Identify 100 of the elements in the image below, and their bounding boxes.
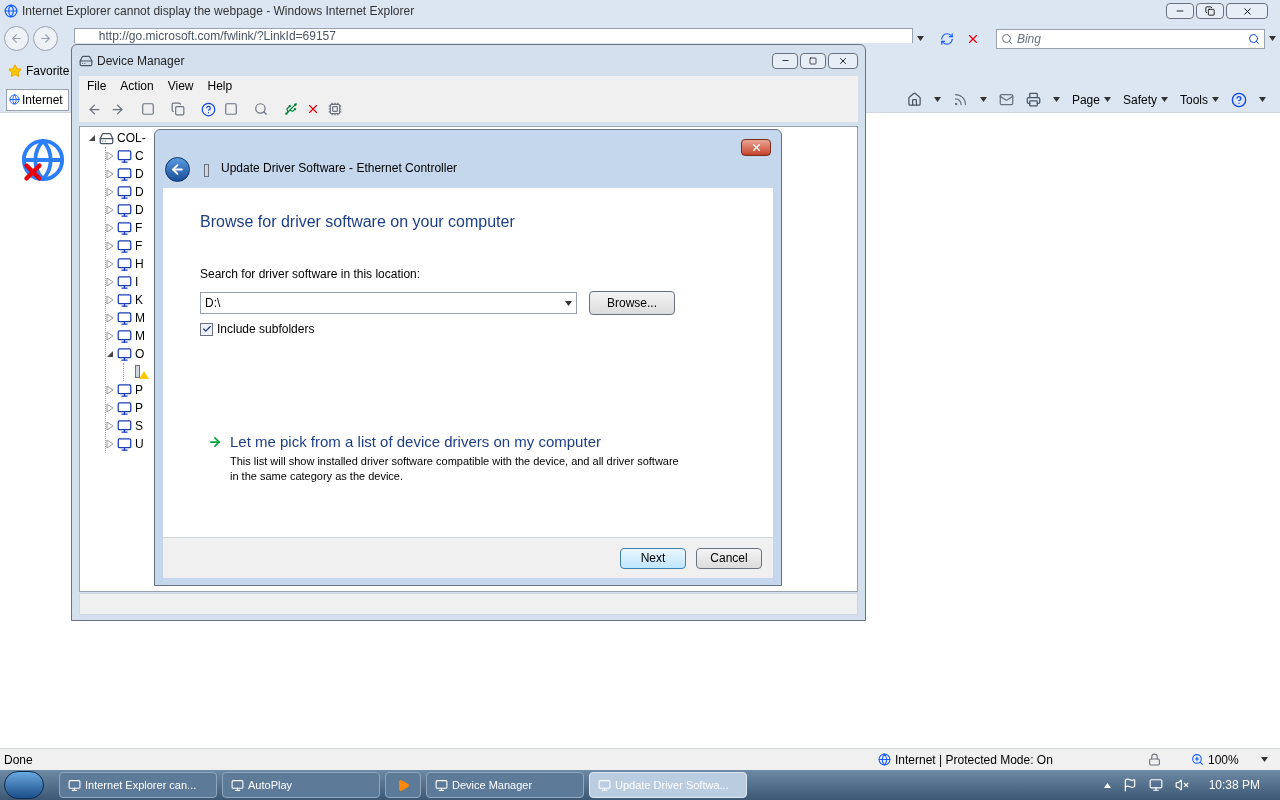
tree-item[interactable]: D [135, 183, 144, 201]
tree-item[interactable]: U [135, 435, 144, 453]
zoom-icon [1191, 753, 1204, 766]
forward-icon[interactable] [110, 101, 125, 117]
browser-tab[interactable]: Internet [6, 88, 69, 111]
window-icon [435, 778, 448, 792]
tree-item[interactable]: D [135, 165, 144, 183]
close-icon [838, 55, 848, 66]
back-icon [170, 162, 185, 177]
help-icon[interactable] [1231, 91, 1247, 108]
dialog-button[interactable]: Cancel [696, 547, 762, 569]
caret-icon[interactable] [1103, 97, 1111, 102]
favorites-button[interactable]: Favorite [26, 62, 70, 80]
tree-item[interactable]: C [135, 147, 144, 165]
refresh-icon[interactable] [940, 31, 954, 46]
scan-icon[interactable] [254, 102, 268, 116]
tray-caret-icon[interactable] [1103, 782, 1111, 788]
caret-icon[interactable] [933, 97, 941, 102]
location-combo[interactable]: D:\ [200, 292, 577, 314]
menu-item[interactable]: Help [207, 77, 233, 95]
subfolders-checkbox[interactable] [200, 322, 213, 336]
tree-item[interactable]: F [135, 237, 143, 255]
print-icon[interactable] [1025, 92, 1041, 107]
close-button[interactable] [828, 52, 858, 69]
device-icon [117, 220, 132, 236]
menu-item[interactable]: File [87, 77, 107, 95]
taskbar-button[interactable]: AutoPlay [222, 772, 380, 798]
tree-item[interactable]: S [135, 417, 143, 435]
command-menu[interactable]: Safety [1122, 90, 1168, 109]
favorites-icon [8, 64, 22, 78]
caret-icon[interactable] [1052, 97, 1060, 102]
window-title: Internet Explorer cannot display the webpage - Windows Internet Explorer [22, 3, 415, 20]
tree-item[interactable]: I [135, 273, 139, 291]
tree-item[interactable]: M [135, 309, 145, 327]
tree-item[interactable]: H [135, 255, 144, 273]
caret-icon[interactable] [1212, 97, 1219, 102]
close-button[interactable] [1226, 3, 1268, 19]
mail-icon[interactable] [998, 92, 1014, 107]
minimize-button[interactable] [772, 52, 798, 69]
security-icon [1148, 753, 1161, 766]
tree-item[interactable]: P [135, 399, 143, 417]
device-icon [117, 184, 132, 200]
forward-button[interactable] [32, 26, 58, 51]
feeds-icon[interactable] [952, 92, 968, 107]
home-icon[interactable] [906, 92, 922, 107]
expander-icon[interactable] [106, 350, 114, 358]
update-driver-icon[interactable] [284, 102, 298, 116]
tree-item[interactable]: O [135, 345, 145, 363]
pick-link[interactable]: Let me pick from a list of device drivers on my computer [230, 431, 680, 454]
properties-icon[interactable] [171, 102, 185, 116]
network-icon[interactable] [1148, 778, 1163, 792]
device-icon [117, 400, 132, 416]
help-icon[interactable] [201, 101, 216, 117]
caret-icon[interactable] [1259, 97, 1266, 102]
browser-logo-icon [4, 4, 18, 18]
caret-icon[interactable] [1161, 97, 1168, 102]
menu-item[interactable]: View [167, 77, 194, 95]
address-field[interactable]: http://go.microsoft.com/fwlink/?LinkId=69157 [73, 28, 914, 43]
device-icon [117, 292, 132, 308]
caret-icon[interactable] [1269, 36, 1276, 41]
command-menu[interactable]: Page [1071, 90, 1111, 109]
taskbar-button[interactable]: Internet Explorer can... [59, 772, 217, 798]
start-button[interactable] [4, 771, 44, 799]
restore-button[interactable] [1196, 3, 1224, 19]
zone-icon [878, 753, 891, 766]
tree-item[interactable]: K [135, 291, 143, 309]
expander-icon[interactable] [88, 134, 96, 142]
tree-item[interactable]: M [135, 327, 145, 345]
device-icon [117, 202, 132, 218]
tree-view-icon[interactable] [141, 102, 155, 116]
clock[interactable]: 10:38 PM [1208, 776, 1260, 794]
disable-icon[interactable] [328, 102, 342, 116]
flag-icon[interactable] [1122, 778, 1137, 792]
status-text: Done [4, 751, 34, 769]
menu-item[interactable]: Action [120, 77, 154, 95]
browse-button[interactable]: Browse... [589, 291, 675, 315]
uninstall-icon[interactable] [306, 102, 320, 116]
caret-icon[interactable] [1261, 757, 1268, 762]
close-button[interactable] [741, 139, 771, 156]
minimize-button[interactable] [1166, 3, 1194, 19]
action-pane-icon[interactable] [224, 102, 238, 116]
maximize-button[interactable] [800, 52, 826, 69]
search-field[interactable]: Bing [995, 28, 1266, 49]
tree-item[interactable]: F [135, 219, 143, 237]
back-icon[interactable] [87, 101, 102, 117]
tree-item[interactable]: D [135, 201, 144, 219]
back-button[interactable] [165, 157, 190, 182]
device-icon [117, 418, 132, 434]
tree-item[interactable]: P [135, 381, 143, 399]
caret-icon[interactable] [979, 97, 987, 102]
caret-icon[interactable] [917, 36, 924, 41]
device-icon [117, 166, 132, 182]
volume-icon[interactable] [1174, 778, 1189, 792]
tree-item[interactable]: COL- [117, 129, 146, 147]
maximize-icon [809, 56, 817, 65]
dialog-button[interactable]: Next [620, 547, 686, 569]
command-menu[interactable]: Tools [1180, 90, 1219, 109]
search-icon[interactable] [1248, 32, 1261, 45]
zoom-level[interactable]: 100% [1208, 750, 1239, 769]
taskbar-button[interactable]: Device Manager [426, 772, 584, 798]
